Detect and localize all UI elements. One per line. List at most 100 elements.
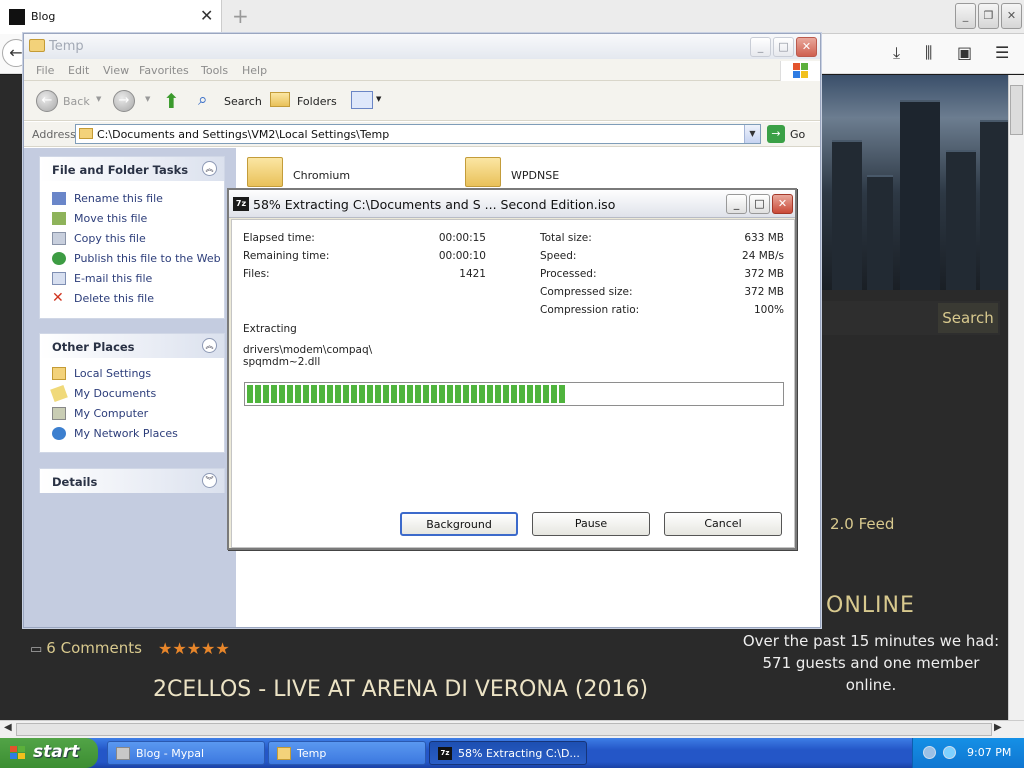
back-arrow-icon[interactable]: ← [36, 90, 58, 112]
processed-value: 372 MB [744, 268, 784, 280]
progress-fill [247, 385, 567, 403]
pause-button[interactable]: Pause [532, 512, 650, 536]
back-label[interactable]: Back [63, 95, 90, 108]
browser-minimize-button[interactable]: _ [955, 3, 976, 29]
browser-app-icon [116, 747, 130, 760]
browser-close-button[interactable]: ✕ [1001, 3, 1022, 29]
dialog-minimize-button[interactable]: _ [726, 194, 747, 214]
folder-icon [52, 367, 66, 380]
extract-progress-bar [244, 382, 784, 406]
browser-tab-blog[interactable]: Blog ✕ [0, 0, 222, 34]
tab-close-icon[interactable]: ✕ [200, 6, 213, 25]
comments-link[interactable]: ▭ 6 Comments [30, 639, 142, 657]
horizontal-scrollbar[interactable]: ◀ ▶ [0, 720, 1024, 738]
download-icon[interactable]: ⤓ [893, 43, 900, 63]
search-button[interactable]: Search [224, 95, 262, 108]
scroll-thumb[interactable] [16, 723, 992, 736]
rating-stars[interactable]: ★★★★★ [158, 639, 230, 658]
search-icon[interactable]: ⌕ [198, 90, 208, 110]
network-icon [52, 427, 66, 440]
current-file: spqmdm~2.dll [243, 356, 321, 368]
start-button[interactable]: start [0, 738, 98, 768]
panel-header[interactable]: Other Places ︽ [40, 334, 224, 358]
folders-button[interactable]: Folders [297, 95, 337, 108]
online-heading: ONLINE [826, 593, 915, 618]
address-dropdown-icon[interactable]: ▼ [744, 125, 760, 143]
address-input[interactable]: C:\Documents and Settings\VM2\Local Sett… [75, 124, 761, 144]
forward-dropdown-icon[interactable]: ▼ [145, 95, 150, 103]
move-icon [52, 212, 66, 225]
elapsed-label: Elapsed time: [243, 232, 315, 244]
menu-edit[interactable]: Edit [68, 64, 89, 77]
browser-restore-button[interactable]: ❐ [978, 3, 999, 29]
extract-dialog-body: Elapsed time: 00:00:15 Remaining time: 0… [231, 219, 795, 548]
explorer-maximize-button[interactable]: □ [773, 37, 794, 57]
views-icon[interactable] [351, 91, 373, 109]
feed-link[interactable]: 2.0 Feed [830, 515, 894, 533]
explorer-close-button[interactable]: ✕ [796, 37, 817, 57]
7zip-icon: 7z [438, 747, 452, 760]
panel-header[interactable]: File and Folder Tasks ︽ [40, 157, 224, 181]
scroll-thumb[interactable] [1010, 85, 1023, 135]
panel-header[interactable]: Details ︾ [40, 469, 224, 493]
explorer-title: Temp [49, 39, 84, 54]
vertical-scrollbar[interactable] [1008, 75, 1024, 720]
network-tray-icon[interactable] [923, 746, 936, 759]
folder-icon [277, 747, 291, 760]
explorer-titlebar[interactable]: Temp _ □ ✕ [24, 34, 820, 59]
folder-up-icon[interactable]: ⬆ [163, 89, 180, 113]
explorer-minimize-button[interactable]: _ [750, 37, 771, 57]
speed-value: 24 MB/s [742, 250, 784, 262]
site-search-button[interactable]: Search [938, 303, 998, 333]
library-icon[interactable]: ⫼ [925, 43, 932, 63]
scroll-right-icon[interactable]: ▶ [994, 722, 1002, 733]
dialog-close-button[interactable]: ✕ [772, 194, 793, 214]
collapse-icon[interactable]: ︽ [202, 338, 217, 353]
dialog-maximize-button[interactable]: □ [749, 194, 770, 214]
go-label: Go [790, 128, 806, 141]
folder-name: Chromium [293, 169, 351, 182]
cancel-button[interactable]: Cancel [664, 512, 782, 536]
sidebar-icon[interactable]: ▣ [957, 43, 972, 62]
explorer-toolbar: ← Back ▼ → ▼ ⬆ ⌕ Search Folders ▼ [24, 81, 820, 121]
go-arrow-icon: → [767, 125, 785, 143]
folder-name: WPDNSE [511, 169, 560, 182]
volume-tray-icon[interactable] [943, 746, 956, 759]
browser-tab-strip: Blog ✕ + _ ❐ ✕ [0, 0, 1024, 34]
start-label: start [33, 742, 80, 762]
windows-logo-icon [780, 61, 820, 81]
menu-file[interactable]: File [36, 64, 54, 77]
total-size-value: 633 MB [744, 232, 784, 244]
taskbar-item-label: Blog - Mypal [136, 747, 205, 760]
folder-icon [29, 39, 45, 52]
collapse-icon[interactable]: ︽ [202, 161, 217, 176]
back-dropdown-icon[interactable]: ▼ [96, 95, 101, 103]
site-favicon-icon [9, 9, 25, 25]
panel-title: Other Places [52, 340, 135, 354]
menu-help[interactable]: Help [242, 64, 267, 77]
taskbar-item-extract[interactable]: 7z 58% Extracting C:\D... [429, 741, 587, 765]
taskbar-item-blog[interactable]: Blog - Mypal [107, 741, 265, 765]
folders-icon[interactable] [270, 92, 290, 107]
rename-icon [52, 192, 66, 205]
extract-dialog-titlebar[interactable]: 7z 58% Extracting C:\Documents and S ...… [229, 190, 795, 218]
clock[interactable]: 9:07 PM [967, 746, 1011, 759]
files-value: 1421 [459, 268, 486, 280]
panel-title: File and Folder Tasks [52, 163, 189, 177]
menu-icon[interactable]: ☰ [995, 43, 1009, 62]
forward-arrow-icon[interactable]: → [113, 90, 135, 112]
task-pane: File and Folder Tasks ︽ Rename this file… [24, 148, 236, 627]
background-button[interactable]: Background [400, 512, 518, 536]
scroll-left-icon[interactable]: ◀ [4, 722, 12, 733]
other-places-panel: Other Places ︽ Local Settings My Documen… [39, 333, 225, 453]
taskbar-item-temp[interactable]: Temp [268, 741, 426, 765]
comments-label: 6 Comments [46, 639, 142, 657]
menu-favorites[interactable]: Favorites [139, 64, 189, 77]
expand-icon[interactable]: ︾ [202, 473, 217, 488]
new-tab-button[interactable]: + [232, 4, 249, 28]
views-dropdown-icon[interactable]: ▼ [376, 95, 381, 103]
menu-view[interactable]: View [103, 64, 129, 77]
go-button[interactable]: → Go [767, 125, 813, 143]
menu-tools[interactable]: Tools [201, 64, 228, 77]
post-title[interactable]: 2CELLOS - LIVE AT ARENA DI VERONA (2016) [153, 677, 648, 702]
